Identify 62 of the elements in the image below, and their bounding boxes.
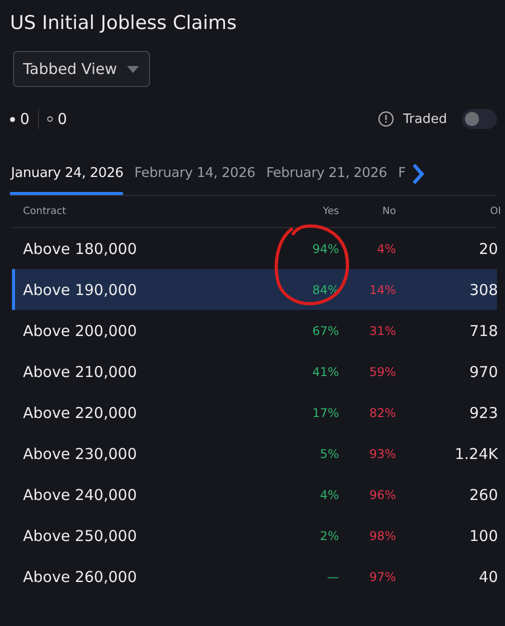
yes-price: 94%: [311, 242, 339, 256]
yes-price: 67%: [311, 324, 339, 338]
view-dropdown[interactable]: Tabbed View: [13, 51, 150, 87]
no-price: 4%: [376, 242, 396, 256]
contract-cell-text: Above 180,000: [22, 240, 138, 258]
no-price: 96%: [368, 488, 396, 502]
date-tab[interactable]: February 21, 2026: [266, 165, 388, 195]
chevron-right-icon[interactable]: [410, 163, 425, 185]
no-price: 31%: [368, 324, 396, 338]
contract-row[interactable]: Above 180,000 94% 4% 20: [12, 228, 497, 269]
open-interest: 308: [468, 280, 498, 298]
contract-cell-text: Above 240,000: [22, 486, 138, 504]
column-header: Yes: [322, 206, 339, 217]
count-value: 0: [58, 110, 68, 128]
contract-row[interactable]: Above 260,000 — 97% 40: [12, 556, 497, 597]
contract-row[interactable]: Above 210,000 41% 59% 970: [12, 351, 497, 392]
open-interest: 718: [468, 322, 498, 340]
caret-icon: [127, 66, 140, 72]
no-price: 82%: [368, 406, 396, 420]
yes-price: 5%: [318, 446, 339, 460]
contract-cell-text: Above 210,000: [22, 362, 138, 380]
date-tab[interactable]: January 24, 2026: [10, 165, 124, 195]
no-price: 59%: [368, 364, 396, 378]
open-interest: 100: [468, 526, 498, 544]
contract-row[interactable]: Above 200,000 67% 31% 718: [12, 310, 497, 351]
contract-row[interactable]: Above 230,000 5% 93% 1.24K: [12, 433, 497, 474]
traded-toggle[interactable]: [462, 109, 497, 129]
yes-price: 17%: [311, 406, 339, 420]
column-header: No: [381, 206, 396, 217]
contract-cell-text: Above 190,000: [22, 280, 138, 298]
contract-cell-text: Above 230,000: [22, 444, 138, 462]
no-price: 98%: [368, 528, 396, 542]
contract-cell-text: Above 220,000: [22, 404, 138, 422]
date-tab[interactable]: February 14, 2026: [134, 165, 256, 195]
contract-row[interactable]: Above 240,000 4% 96% 260: [12, 474, 497, 515]
contract-row[interactable]: Above 220,000 17% 82% 923: [12, 392, 497, 433]
yes-price: 2%: [318, 528, 339, 542]
traded-label: Traded: [403, 112, 447, 126]
yes-price: 4%: [318, 488, 339, 502]
ring-icon: [46, 116, 53, 122]
column-header: Contract: [22, 206, 68, 217]
no-price: 14%: [368, 282, 396, 296]
date-tab[interactable]: F: [398, 165, 406, 195]
open-interest: 1.24K: [454, 444, 498, 462]
open-interest: 260: [468, 486, 498, 504]
dot-icon: [10, 116, 15, 122]
open-interest: 923: [468, 404, 498, 422]
info-icon: [378, 111, 394, 127]
open-interest: 20: [478, 240, 498, 258]
page-title: US Initial Jobless Claims: [10, 12, 238, 34]
contract-cell-text: Above 250,000: [22, 526, 138, 544]
yes-price: —: [326, 570, 339, 584]
count-value: 0: [20, 110, 30, 128]
no-price: 97%: [368, 570, 396, 584]
contract-cell-text: Above 200,000: [22, 322, 138, 340]
contract-cell-text: Above 260,000: [22, 568, 138, 586]
contract-row[interactable]: Above 250,000 2% 98% 100: [12, 515, 497, 556]
open-interest: 40: [478, 568, 498, 586]
open-interest: 970: [468, 362, 498, 380]
column-header: OI: [489, 206, 501, 217]
yes-price: 41%: [311, 364, 339, 378]
no-price: 93%: [368, 446, 396, 460]
